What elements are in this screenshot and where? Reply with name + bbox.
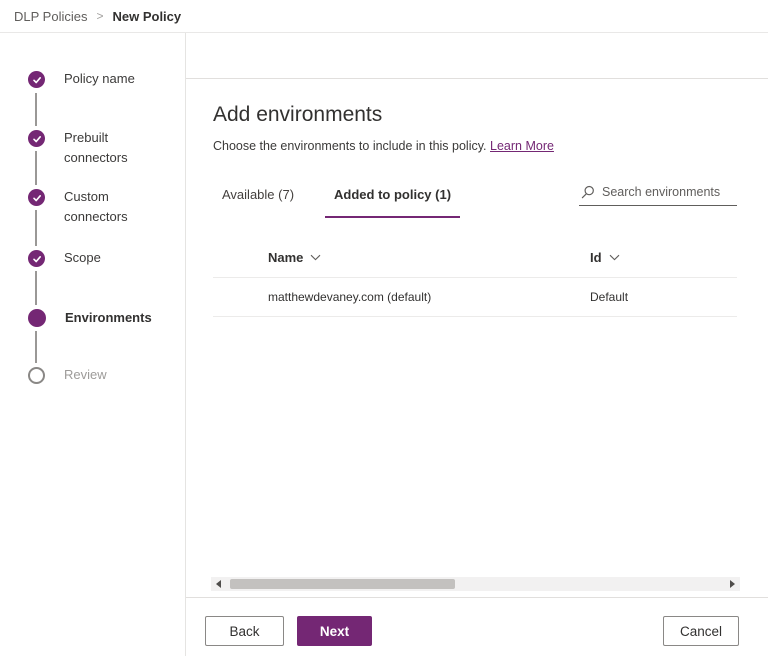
step-connector-line [35, 151, 37, 185]
breadcrumb-dlp-policies-link[interactable]: DLP Policies [14, 9, 87, 24]
panel-top-divider [186, 78, 768, 79]
next-button[interactable]: Next [297, 616, 372, 646]
column-header-label: Name [268, 249, 304, 265]
environment-tabs: Available (7) Added to policy (1) [213, 173, 461, 218]
breadcrumb-current-page: New Policy [112, 8, 182, 24]
scrollbar-thumb[interactable] [230, 579, 455, 589]
dlp-new-policy-wizard: DLP Policies > New Policy Policy name Pr… [0, 0, 768, 656]
step-connector-line [35, 93, 37, 126]
chevron-down-icon [609, 254, 620, 261]
footer-divider [186, 597, 768, 598]
step-connector-line [35, 331, 37, 363]
search-environments-input[interactable] [602, 184, 735, 199]
row-name-cell: matthewdevaney.com (default) [268, 290, 432, 304]
sidebar-step-label: Prebuilt connectors [64, 130, 128, 165]
sidebar-step-environments-current[interactable]: Environments [28, 309, 175, 328]
column-header-id[interactable]: Id [590, 237, 620, 277]
sidebar-step-policy-name[interactable]: Policy name [28, 71, 174, 89]
sidebar-step-scope[interactable]: Scope [28, 250, 174, 268]
step-complete-check-icon [28, 189, 45, 206]
sidebar-step-label: Review [64, 367, 107, 382]
sidebar-step-custom-connectors[interactable]: Custom connectors [28, 189, 174, 227]
step-connector-line [35, 271, 37, 305]
search-box [579, 180, 737, 206]
cancel-button[interactable]: Cancel [663, 616, 739, 646]
sidebar-step-label: Environments [65, 310, 152, 325]
sidebar-step-label: Scope [64, 250, 101, 265]
sidebar-step-review[interactable]: Review [28, 367, 174, 385]
column-header-label: Id [590, 249, 602, 265]
sidebar-step-label: Policy name [64, 71, 135, 86]
scroll-left-arrow-icon[interactable] [216, 580, 221, 588]
step-complete-check-icon [28, 250, 45, 267]
table-row[interactable]: matthewdevaney.com (default) Default [213, 278, 737, 316]
table-row-divider [213, 316, 737, 317]
step-upcoming-circle-icon [28, 367, 45, 384]
tab-available[interactable]: Available (7) [213, 173, 303, 218]
step-connector-line [35, 210, 37, 246]
scroll-right-arrow-icon[interactable] [730, 580, 735, 588]
step-complete-check-icon [28, 71, 45, 88]
sidebar-step-label: Custom connectors [64, 189, 128, 224]
step-current-dot-icon [28, 309, 46, 327]
chevron-right-icon: > [96, 9, 104, 23]
row-id-cell: Default [590, 290, 629, 304]
sidebar-step-prebuilt-connectors[interactable]: Prebuilt connectors [28, 130, 174, 168]
horizontal-scrollbar[interactable] [211, 577, 740, 591]
search-icon [581, 185, 595, 199]
tab-added-to-policy[interactable]: Added to policy (1) [325, 173, 461, 218]
subtitle-text: Choose the environments to include in th… [213, 139, 487, 153]
page-subtitle: Choose the environments to include in th… [213, 139, 554, 153]
table-header: Name Id [213, 237, 737, 277]
back-button[interactable]: Back [205, 616, 284, 646]
sidebar-divider [185, 33, 186, 656]
chevron-down-icon [310, 254, 321, 261]
page-title: Add environments [213, 103, 383, 126]
step-complete-check-icon [28, 130, 45, 147]
column-header-name[interactable]: Name [268, 237, 321, 277]
learn-more-link[interactable]: Learn More [490, 139, 554, 153]
breadcrumb: DLP Policies > New Policy [0, 0, 768, 33]
